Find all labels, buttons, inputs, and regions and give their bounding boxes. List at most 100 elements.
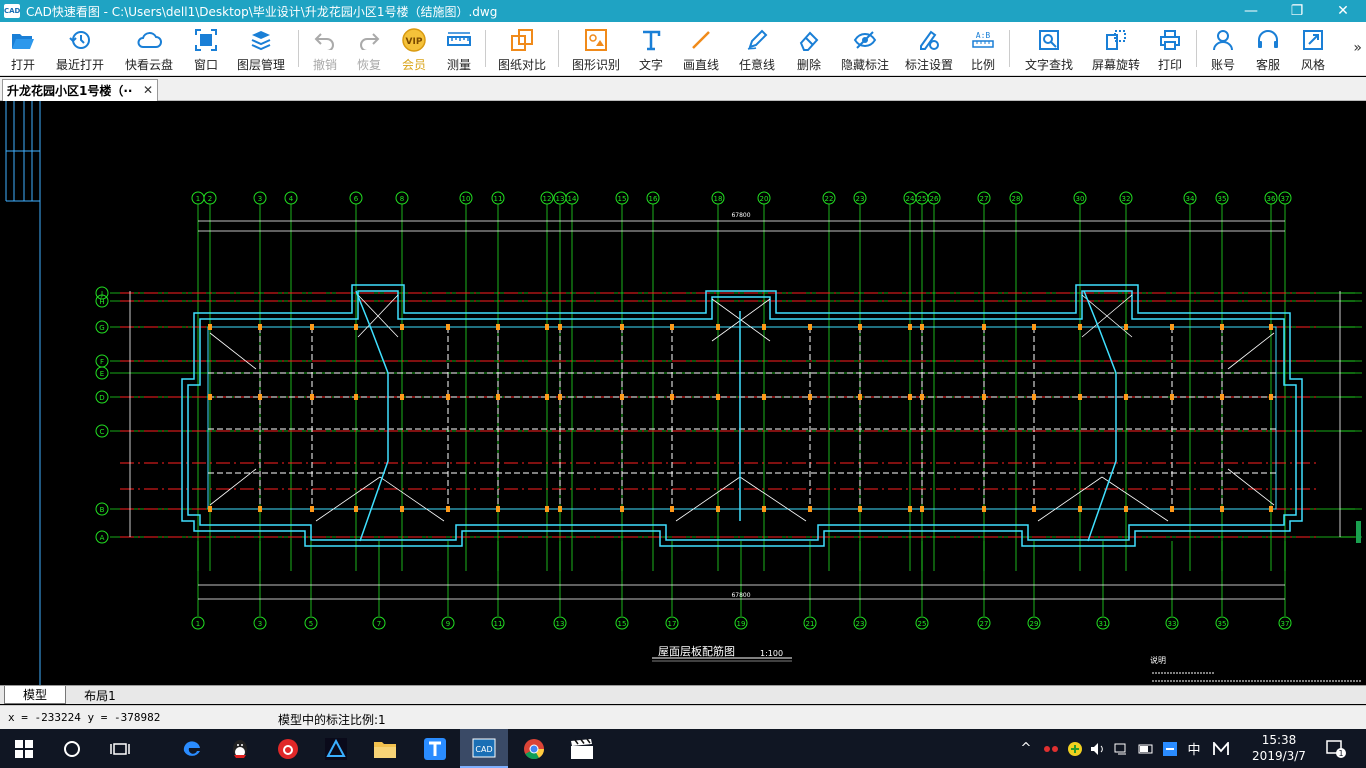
network-icon[interactable] xyxy=(1112,729,1132,768)
printer-icon xyxy=(1159,28,1181,52)
taskbar-edge[interactable] xyxy=(168,729,216,768)
ruler-icon xyxy=(447,28,471,52)
tray-security-icon[interactable] xyxy=(1064,729,1086,768)
svg-text:2: 2 xyxy=(208,195,212,203)
column-mark xyxy=(354,324,358,330)
column-mark xyxy=(716,394,720,400)
search-button[interactable] xyxy=(48,729,96,768)
window-controls: — ❐ ✕ xyxy=(1228,0,1366,22)
tray-app-icon[interactable] xyxy=(1040,729,1062,768)
customer-service-button[interactable]: 客服 xyxy=(1245,22,1291,75)
recent-open-button[interactable]: 最近打开 xyxy=(46,22,114,75)
axis-bubble-top: 12 xyxy=(540,191,554,205)
redo-button[interactable]: 恢复 xyxy=(347,22,391,75)
hide-annotation-button[interactable]: 隐藏标注 xyxy=(833,22,897,75)
axis-bubble-top: 26 xyxy=(927,191,941,205)
column-mark xyxy=(982,324,986,330)
tray-expand-icon[interactable]: ^ xyxy=(1016,729,1036,768)
main-toolbar: 打开 最近打开 快看云盘 窗口 图层管理 撤销 恢复 VIP 会员 测量 图纸对… xyxy=(0,22,1366,76)
account-button[interactable]: 账号 xyxy=(1201,22,1245,75)
column-mark xyxy=(446,506,450,512)
redo-icon xyxy=(358,28,380,52)
svg-text:32: 32 xyxy=(1122,195,1131,203)
axis-bubble-top: 35 xyxy=(1215,191,1229,205)
delete-button[interactable]: 删除 xyxy=(785,22,833,75)
column-mark xyxy=(1032,506,1036,512)
annotation-gear-icon xyxy=(917,28,941,52)
cloud-drive-button[interactable]: 快看云盘 xyxy=(114,22,184,75)
column-mark xyxy=(446,324,450,330)
shape-recognition-button[interactable]: 图形识别 xyxy=(563,22,629,75)
taskbar-app-blue[interactable] xyxy=(312,729,360,768)
plan-scale: 1:100 xyxy=(760,649,783,658)
svg-text:21: 21 xyxy=(806,620,815,628)
open-button[interactable]: 打开 xyxy=(0,22,46,75)
window-button[interactable]: 窗口 xyxy=(184,22,228,75)
task-view-button[interactable] xyxy=(96,729,144,768)
tab-model[interactable]: 模型 xyxy=(4,686,66,704)
taskbar-cad-viewer[interactable]: CAD xyxy=(460,729,508,768)
document-tab[interactable]: 升龙花园小区1号楼（·· ✕ xyxy=(2,79,158,101)
folder-open-icon xyxy=(11,28,35,52)
restore-button[interactable]: ❐ xyxy=(1274,0,1320,22)
drawing-compare-button[interactable]: 图纸对比 xyxy=(490,22,554,75)
freehand-line-button[interactable]: 任意线 xyxy=(729,22,785,75)
taskbar-music[interactable] xyxy=(264,729,312,768)
left-frame-lines xyxy=(5,101,41,685)
notification-center-button[interactable]: 1 xyxy=(1318,729,1354,768)
minimize-button[interactable]: — xyxy=(1228,0,1274,22)
svg-text:H: H xyxy=(99,298,104,306)
column-mark xyxy=(310,324,314,330)
taskbar-file-explorer[interactable] xyxy=(360,729,410,768)
chrome-icon xyxy=(524,738,545,759)
scale-button[interactable]: A:B 比例 xyxy=(961,22,1005,75)
start-button[interactable] xyxy=(0,729,48,768)
taskbar-video[interactable] xyxy=(558,729,606,768)
style-button[interactable]: 风格 xyxy=(1291,22,1335,75)
layers-icon xyxy=(250,28,272,52)
column-mark xyxy=(908,506,912,512)
canvas-scroll-marker[interactable] xyxy=(1356,521,1361,543)
column-mark xyxy=(808,394,812,400)
taskbar-chrome[interactable] xyxy=(510,729,558,768)
tray-blue-app-icon[interactable] xyxy=(1160,729,1180,768)
ime-mode-icon[interactable] xyxy=(1210,729,1232,768)
taskbar-text-app[interactable] xyxy=(410,729,460,768)
undo-button[interactable]: 撤销 xyxy=(303,22,347,75)
svg-text:3: 3 xyxy=(258,620,262,628)
vip-member-button[interactable]: VIP 会员 xyxy=(391,22,437,75)
search-document-icon xyxy=(1038,28,1060,52)
svg-text:E: E xyxy=(100,370,104,378)
annotation-settings-button[interactable]: 标注设置 xyxy=(897,22,961,75)
svg-text:B: B xyxy=(100,506,105,514)
triangle-app-icon xyxy=(325,737,347,760)
toolbar-more-button[interactable]: » xyxy=(1353,40,1362,56)
battery-icon[interactable] xyxy=(1136,729,1156,768)
system-clock[interactable]: 15:38 2019/3/7 xyxy=(1244,732,1314,764)
svg-text:25: 25 xyxy=(918,195,927,203)
line-icon xyxy=(690,28,712,52)
print-button[interactable]: 打印 xyxy=(1148,22,1192,75)
svg-text:10: 10 xyxy=(462,195,471,203)
rotate-screen-icon xyxy=(1105,28,1127,52)
tab-layout1[interactable]: 布局1 xyxy=(70,686,130,704)
ime-indicator[interactable]: 中 xyxy=(1184,729,1204,768)
taskbar-qq[interactable] xyxy=(216,729,264,768)
screen-rotate-button[interactable]: 屏幕旋转 xyxy=(1084,22,1148,75)
text-tool-button[interactable]: 文字 xyxy=(629,22,673,75)
stair-lines xyxy=(355,290,1117,542)
svg-text:4: 4 xyxy=(289,195,294,203)
scale-ratio-icon: A:B xyxy=(971,28,995,52)
volume-icon[interactable] xyxy=(1088,729,1108,768)
cad-viewer-app: CAD CAD快速看图 - C:\Users\dell1\Desktop\毕业设… xyxy=(0,0,1366,768)
measure-button[interactable]: 测量 xyxy=(437,22,481,75)
column-mark xyxy=(670,394,674,400)
drawing-canvas[interactable]: 1 2 3 4 6 8 10 11 12 13 14 15 16 18 20 22 23 24 25 26 27 28 30… xyxy=(0,101,1366,685)
close-button[interactable]: ✕ xyxy=(1320,0,1366,22)
layer-manager-button[interactable]: 图层管理 xyxy=(228,22,294,75)
close-tab-icon[interactable]: ✕ xyxy=(143,83,153,97)
text-search-button[interactable]: 文字查找 xyxy=(1014,22,1084,75)
document-tab-strip: 升龙花园小区1号楼（·· ✕ xyxy=(0,77,1366,101)
draw-line-button[interactable]: 画直线 xyxy=(673,22,729,75)
svg-text:17: 17 xyxy=(668,620,677,628)
